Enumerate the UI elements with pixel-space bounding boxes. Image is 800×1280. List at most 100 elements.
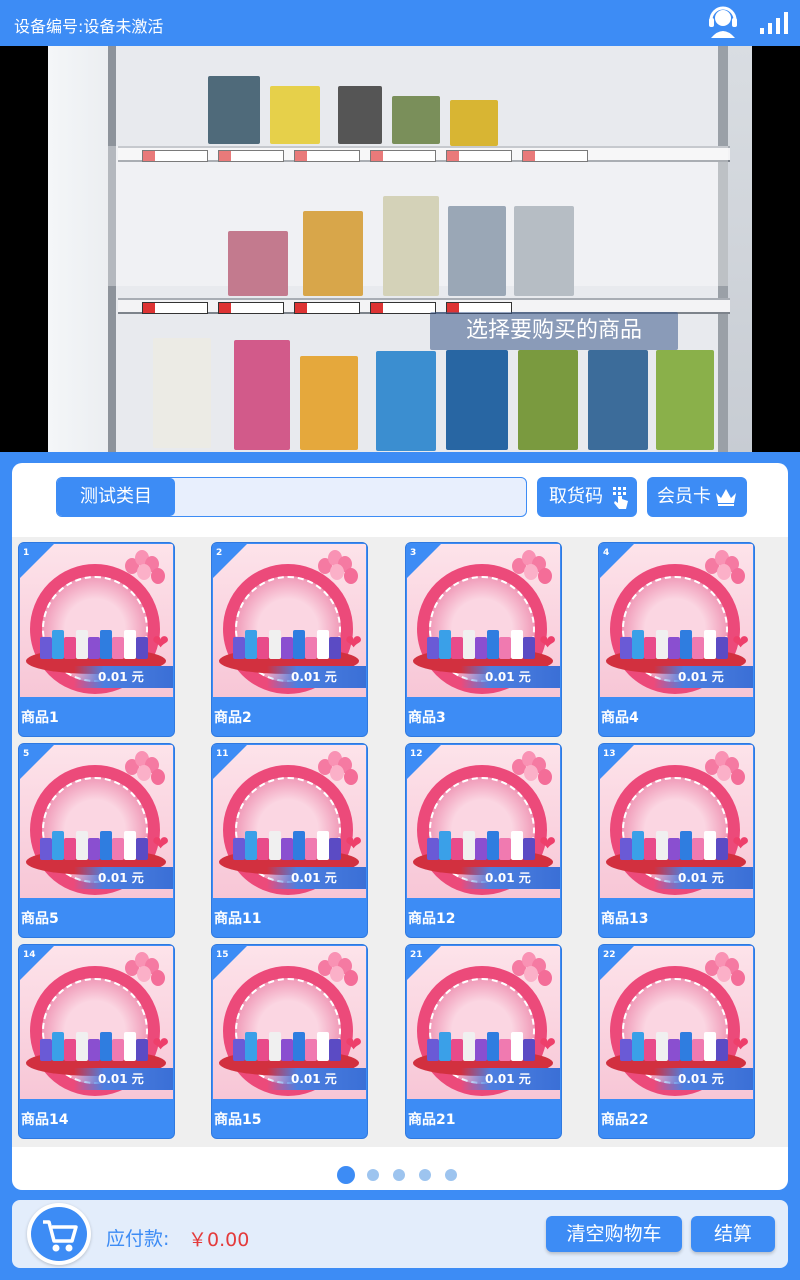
- heart-icon: ❤: [345, 831, 362, 855]
- checkout-bar: 应付款: ￥0.00 清空购物车 结算: [12, 1200, 788, 1268]
- product-price: 0.01 元: [654, 1068, 753, 1090]
- category-selector[interactable]: 测试类目: [56, 477, 527, 517]
- product-price: 0.01 元: [461, 867, 560, 889]
- product-package: [136, 637, 148, 659]
- customer-service-headset-icon[interactable]: [705, 4, 741, 40]
- product-package: [124, 1032, 136, 1061]
- product-card[interactable]: ❤ 12 0.01 元 商品12: [405, 743, 562, 938]
- amount-due-value: ￥0.00: [188, 1229, 250, 1251]
- product-card[interactable]: ❤ 22 0.01 元 商品22: [598, 944, 755, 1139]
- page-dot[interactable]: [393, 1169, 405, 1181]
- product-package: [716, 838, 728, 860]
- product-package: [632, 1032, 644, 1061]
- product-package: [293, 1032, 305, 1061]
- product-package: [463, 630, 475, 659]
- member-card-button[interactable]: 会员卡: [647, 477, 747, 517]
- product-package: [305, 1039, 317, 1061]
- product-package: [644, 637, 656, 659]
- product-image: ❤ 3 0.01 元: [407, 544, 560, 697]
- product-card[interactable]: ❤ 14 0.01 元 商品14: [18, 944, 175, 1139]
- product-package: [136, 838, 148, 860]
- cart-button[interactable]: [27, 1203, 91, 1265]
- balloons-icon: [705, 751, 745, 789]
- checkout-button[interactable]: 结算: [691, 1216, 775, 1252]
- page-dot[interactable]: [419, 1169, 431, 1181]
- product-package: [475, 1039, 487, 1061]
- product-price: 0.01 元: [267, 867, 366, 889]
- heart-icon: ❤: [152, 831, 169, 855]
- page-dot-active[interactable]: [337, 1166, 355, 1184]
- pickup-code-label: 取货码: [549, 486, 603, 507]
- product-name: 商品22: [601, 1112, 649, 1128]
- product-package: [704, 630, 716, 659]
- balloons-icon: [705, 952, 745, 990]
- product-package: [511, 1032, 523, 1061]
- product-package: [511, 831, 523, 860]
- hand-pointer-icon: [613, 487, 628, 509]
- product-package: [257, 637, 269, 659]
- product-package: [245, 1032, 257, 1061]
- heart-icon: ❤: [539, 1032, 556, 1056]
- product-package: [293, 630, 305, 659]
- product-card[interactable]: ❤ 1 0.01 元 商品1: [18, 542, 175, 737]
- device-id-label: 设备编号:设备未激活: [14, 17, 164, 36]
- balloons-icon: [125, 550, 165, 588]
- slot-number: 3: [410, 548, 417, 558]
- product-package: [112, 1039, 124, 1061]
- product-name: 商品15: [214, 1112, 262, 1128]
- product-package: [52, 1032, 64, 1061]
- page-dot[interactable]: [445, 1169, 457, 1181]
- product-package: [112, 838, 124, 860]
- product-package: [499, 838, 511, 860]
- product-card[interactable]: ❤ 13 0.01 元 商品13: [598, 743, 755, 938]
- product-package: [692, 838, 704, 860]
- product-package: [245, 630, 257, 659]
- product-package: [656, 831, 668, 860]
- product-package: [88, 637, 100, 659]
- product-package: [704, 1032, 716, 1061]
- product-card[interactable]: ❤ 3 0.01 元 商品3: [405, 542, 562, 737]
- product-package: [451, 1039, 463, 1061]
- product-package: [487, 630, 499, 659]
- product-package: [427, 1039, 439, 1061]
- product-package: [680, 831, 692, 860]
- pickup-code-button[interactable]: 取货码: [537, 477, 637, 517]
- product-card[interactable]: ❤ 2 0.01 元 商品2: [211, 542, 368, 737]
- slot-number: 14: [23, 950, 36, 960]
- product-image: ❤ 14 0.01 元: [20, 946, 173, 1099]
- product-price: 0.01 元: [654, 867, 753, 889]
- category-tab[interactable]: 测试类目: [57, 478, 175, 516]
- slot-number: 2: [216, 548, 223, 558]
- slot-number: 11: [216, 749, 229, 759]
- member-card-label: 会员卡: [657, 486, 711, 507]
- product-card[interactable]: ❤ 5 0.01 元 商品5: [18, 743, 175, 938]
- product-package: [523, 637, 535, 659]
- product-package: [704, 831, 716, 860]
- product-price: 0.01 元: [267, 1068, 366, 1090]
- clear-cart-button[interactable]: 清空购物车: [546, 1216, 682, 1252]
- product-package: [269, 630, 281, 659]
- page-dot[interactable]: [367, 1169, 379, 1181]
- product-image: ❤ 15 0.01 元: [213, 946, 366, 1099]
- balloons-icon: [318, 550, 358, 588]
- product-card[interactable]: ❤ 11 0.01 元 商品11: [211, 743, 368, 938]
- product-package: [716, 637, 728, 659]
- page-indicator: [12, 1163, 788, 1184]
- product-package: [427, 838, 439, 860]
- product-card[interactable]: ❤ 21 0.01 元 商品21: [405, 944, 562, 1139]
- product-package: [620, 637, 632, 659]
- product-card[interactable]: ❤ 15 0.01 元 商品15: [211, 944, 368, 1139]
- product-package: [100, 831, 112, 860]
- product-package: [329, 637, 341, 659]
- product-image: ❤ 5 0.01 元: [20, 745, 173, 898]
- product-package: [427, 637, 439, 659]
- amount-due-label: 应付款:: [106, 1228, 170, 1250]
- product-name: 商品21: [408, 1112, 456, 1128]
- product-card[interactable]: ❤ 4 0.01 元 商品4: [598, 542, 755, 737]
- product-image: ❤ 1 0.01 元: [20, 544, 173, 697]
- product-package: [64, 1039, 76, 1061]
- product-package: [511, 630, 523, 659]
- product-image: ❤ 13 0.01 元: [600, 745, 753, 898]
- crown-icon: [716, 489, 736, 506]
- balloons-icon: [318, 952, 358, 990]
